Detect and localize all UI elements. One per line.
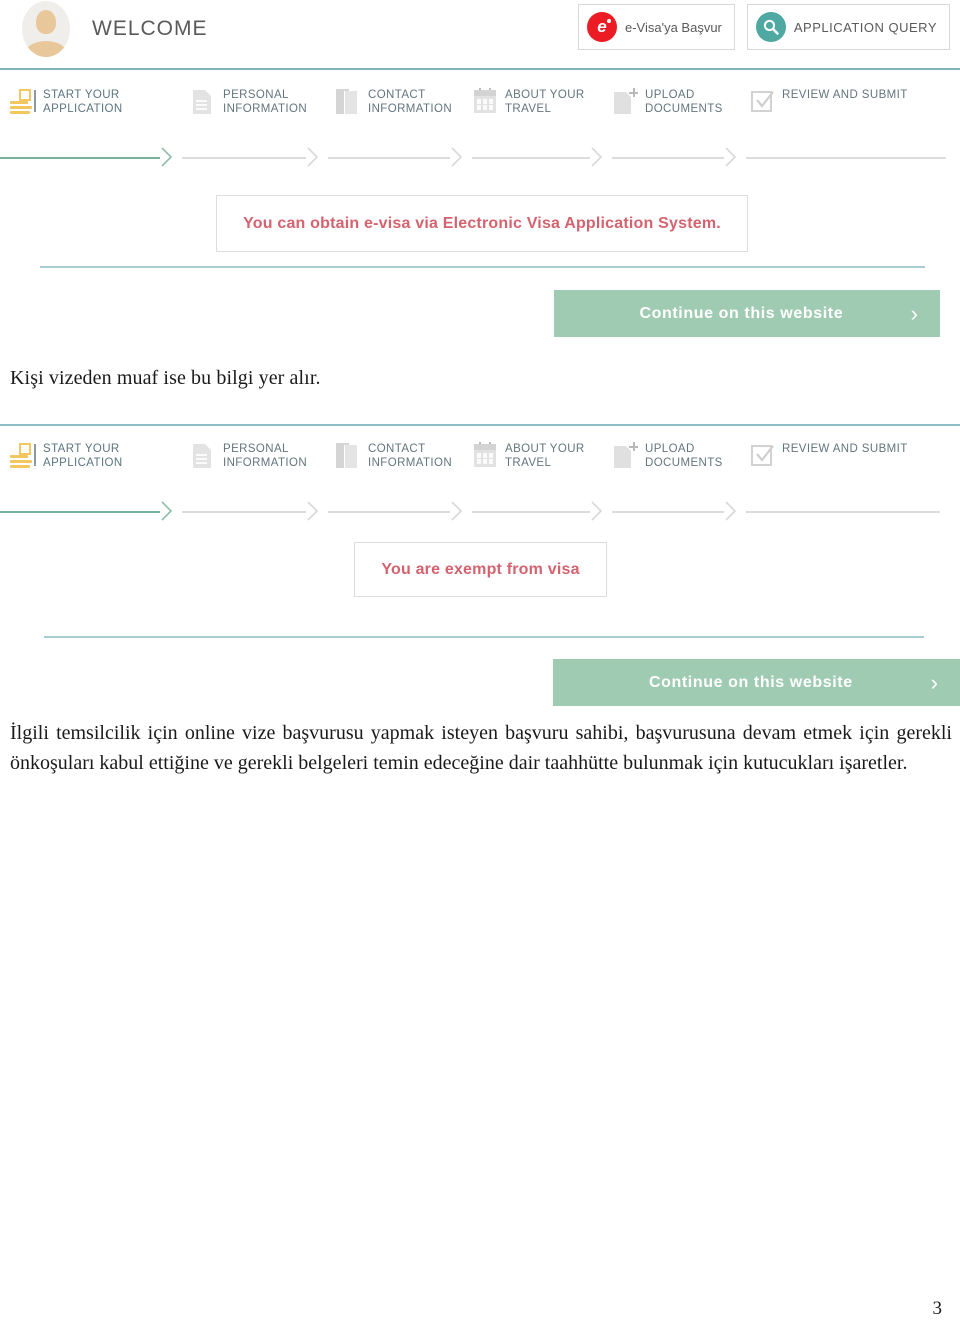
section-divider — [44, 636, 924, 638]
document-plus-icon — [612, 442, 638, 470]
chevron-right-icon — [160, 500, 174, 522]
chevron-right-icon — [590, 146, 604, 168]
search-circle-icon — [755, 12, 786, 42]
page-title: WELCOME — [92, 17, 208, 40]
cards-icon — [335, 442, 361, 470]
sidebar-item-start-your-application[interactable]: START YOUR APPLICATION — [0, 436, 190, 488]
chevron-right-icon — [160, 146, 174, 168]
section-divider — [40, 266, 925, 268]
document-lines-icon — [10, 442, 36, 470]
application-query-button[interactable]: APPLICATION QUERY — [746, 4, 950, 50]
step-label: UPLOAD DOCUMENTS — [645, 89, 723, 115]
sidebar-item-personal-information[interactable]: PERSONAL INFORMATION — [190, 82, 335, 134]
checkbox-checked-icon — [749, 442, 775, 470]
sidebar-item-personal-information[interactable]: PERSONAL INFORMATION — [190, 436, 335, 488]
sidebar-item-about-your-travel[interactable]: ABOUT YOUR TRAVEL — [472, 436, 612, 488]
header-divider — [0, 68, 960, 70]
screenshot-one: WELCOME e e-Visa'ya Başvur APPLICATION Q… — [0, 0, 960, 350]
stepper-steps: START YOUR APPLICATION PERSONAL INFORMAT… — [0, 436, 960, 488]
status-badge: You are exempt from visa — [354, 542, 607, 597]
checkbox-checked-icon — [749, 88, 775, 116]
sidebar-item-review-and-submit[interactable]: REVIEW AND SUBMIT — [749, 82, 949, 134]
continue-on-this-website-button[interactable]: Continue on this website › — [554, 290, 940, 337]
chevron-right-icon — [724, 500, 738, 522]
chevron-right-icon — [306, 146, 320, 168]
app-header: WELCOME e e-Visa'ya Başvur APPLICATION Q… — [0, 0, 960, 58]
header-actions: e e-Visa'ya Başvur APPLICATION QUERY — [577, 4, 950, 50]
chevron-right-icon — [450, 500, 464, 522]
step-label: CONTACT INFORMATION — [368, 443, 453, 469]
caption-text: Kişi vizeden muaf ise bu bilgi yer alır. — [10, 367, 321, 389]
sidebar-item-upload-documents[interactable]: UPLOAD DOCUMENTS — [612, 436, 749, 488]
document-lines-icon — [10, 88, 36, 116]
step-label: ABOUT YOUR TRAVEL — [505, 443, 585, 469]
page-icon — [190, 442, 216, 470]
step-label: UPLOAD DOCUMENTS — [645, 443, 723, 469]
step-label: ABOUT YOUR TRAVEL — [505, 89, 585, 115]
application-stepper: START YOUR APPLICATION PERSONAL INFORMAT… — [0, 82, 960, 178]
document-page: WELCOME e e-Visa'ya Başvur APPLICATION Q… — [0, 0, 960, 1334]
apply-evisa-label: e-Visa'ya Başvur — [624, 19, 722, 35]
step-label: REVIEW AND SUBMIT — [782, 89, 908, 101]
apply-evisa-button[interactable]: e e-Visa'ya Başvur — [577, 4, 735, 50]
body-paragraph: İlgili temsilcilik için online vize başv… — [10, 722, 952, 774]
continue-on-this-website-button[interactable]: Continue on this website › — [553, 659, 960, 706]
section-top-divider — [0, 424, 960, 426]
avatar-body — [26, 41, 66, 57]
screenshot-two: START YOUR APPLICATION PERSONAL INFORMAT… — [0, 424, 960, 706]
application-stepper: START YOUR APPLICATION PERSONAL INFORMAT… — [0, 436, 960, 532]
page-icon — [190, 88, 216, 116]
chevron-right-icon — [724, 146, 738, 168]
chevron-right-icon — [306, 500, 320, 522]
step-label: START YOUR APPLICATION — [43, 89, 123, 115]
avatar-head — [36, 9, 56, 34]
continue-label: Continue on this website — [648, 673, 853, 691]
step-label: PERSONAL INFORMATION — [223, 89, 308, 115]
chevron-right-icon — [450, 146, 464, 168]
sidebar-item-upload-documents[interactable]: UPLOAD DOCUMENTS — [612, 82, 749, 134]
calendar-icon — [472, 442, 498, 470]
stepper-connector — [0, 494, 960, 528]
step-label: START YOUR APPLICATION — [43, 443, 123, 469]
sidebar-item-contact-information[interactable]: CONTACT INFORMATION — [335, 82, 472, 134]
stepper-steps: START YOUR APPLICATION PERSONAL INFORMAT… — [0, 82, 960, 134]
sidebar-item-review-and-submit[interactable]: REVIEW AND SUBMIT — [749, 436, 949, 488]
stepper-connector — [0, 140, 960, 174]
sidebar-item-start-your-application[interactable]: START YOUR APPLICATION — [0, 82, 190, 134]
sidebar-item-contact-information[interactable]: CONTACT INFORMATION — [335, 436, 472, 488]
avatar — [22, 1, 70, 57]
step-label: CONTACT INFORMATION — [368, 89, 453, 115]
step-label: REVIEW AND SUBMIT — [782, 443, 908, 455]
document-plus-icon — [612, 88, 638, 116]
application-query-label: APPLICATION QUERY — [793, 19, 937, 35]
status-badge: You can obtain e-visa via Electronic Vis… — [216, 195, 748, 252]
continue-label: Continue on this website — [639, 304, 844, 322]
evisa-logo-icon: e — [586, 12, 617, 42]
chevron-right-icon: › — [910, 300, 918, 326]
step-label: PERSONAL INFORMATION — [223, 443, 308, 469]
chevron-right-icon: › — [930, 669, 938, 695]
cards-icon — [335, 88, 361, 116]
calendar-icon — [472, 88, 498, 116]
chevron-right-icon — [590, 500, 604, 522]
page-number: 3 — [932, 1298, 943, 1319]
sidebar-item-about-your-travel[interactable]: ABOUT YOUR TRAVEL — [472, 82, 612, 134]
